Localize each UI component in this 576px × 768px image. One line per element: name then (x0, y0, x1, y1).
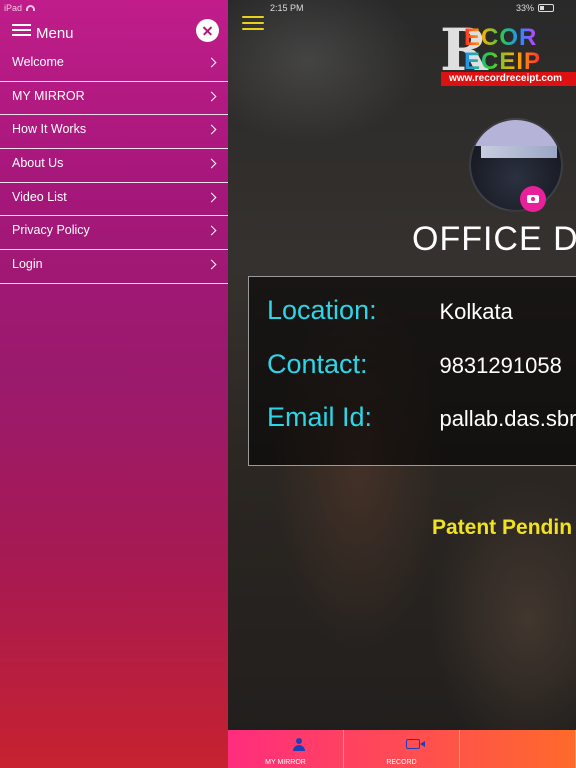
tab-record[interactable]: RECORD (344, 730, 460, 768)
patent-pending-text: Patent Pendin (432, 516, 573, 539)
email-label: Email Id: (267, 402, 373, 432)
menu-item-login[interactable]: Login (0, 250, 228, 284)
close-icon[interactable] (196, 19, 219, 42)
status-right: 33% (516, 3, 554, 13)
battery-percent: 33% (515, 3, 534, 13)
bottom-tab-bar: MY MIRROR RECORD (228, 730, 576, 768)
tab-label: MY MIRROR (265, 759, 306, 766)
menu-item-label: MY MIRROR (12, 88, 85, 103)
menu-item-label: Video List (12, 189, 67, 204)
menu-item-about-us[interactable]: About Us (0, 149, 228, 183)
menu-item-label: Privacy Policy (12, 223, 90, 238)
chevron-right-icon (206, 192, 217, 203)
menu-item-video-list[interactable]: Video List (0, 183, 228, 217)
menu-title: Menu (36, 25, 74, 42)
chevron-right-icon (206, 259, 217, 270)
main-menu-icon[interactable] (242, 16, 264, 32)
battery-icon (538, 4, 554, 12)
menu-item-label: Login (12, 257, 43, 272)
email-row: Email Id: pallab.das.sbr (267, 402, 576, 433)
status-bar: 2:15 PM 33% (228, 0, 576, 16)
contact-value: 9831291058 (439, 353, 562, 378)
email-value: pallab.das.sbr (439, 406, 576, 431)
status-time: 2:15 PM (270, 3, 304, 13)
company-name: OFFICE DA (412, 220, 576, 258)
profile-info-box: Location: Kolkata Contact: 9831291058 Em… (248, 276, 576, 466)
tab-my-mirror[interactable]: MY MIRROR (228, 730, 344, 768)
camera-icon[interactable] (520, 186, 546, 212)
menu-item-my-mirror[interactable]: MY MIRROR (0, 82, 228, 116)
menu-item-label: Welcome (12, 55, 64, 69)
menu-list: Welcome MY MIRROR How It Works About Us … (0, 48, 228, 284)
video-camera-icon (406, 739, 425, 749)
menu-item-label: How It Works (12, 122, 87, 137)
chevron-right-icon (206, 124, 217, 135)
chevron-right-icon (206, 158, 217, 169)
chevron-right-icon (206, 91, 217, 102)
location-value: Kolkata (439, 299, 513, 324)
contact-label: Contact: (267, 349, 368, 379)
tab-more[interactable] (460, 730, 576, 768)
menu-item-welcome[interactable]: Welcome (0, 48, 228, 82)
side-menu: iPad Menu Welcome MY MIRROR How It Works… (0, 0, 228, 768)
chevron-right-icon (206, 57, 217, 68)
contact-row: Contact: 9831291058 (267, 349, 562, 380)
app-logo: R ECOR ECEIP www.recordreceipt.com (440, 16, 576, 86)
location-label: Location: (267, 295, 377, 325)
tab-label: RECORD (386, 759, 417, 766)
menu-item-how-it-works[interactable]: How It Works (0, 115, 228, 150)
hamburger-icon[interactable] (12, 24, 31, 37)
chevron-right-icon (206, 225, 217, 236)
menu-item-label: About Us (12, 156, 64, 171)
menu-header: Menu (0, 0, 228, 48)
location-row: Location: Kolkata (267, 295, 513, 326)
profile-avatar[interactable] (469, 118, 563, 212)
menu-item-privacy-policy[interactable]: Privacy Policy (0, 216, 228, 251)
main-screen: 2:15 PM 33% R ECOR ECEIP www.recordrecei… (228, 0, 576, 768)
user-icon (292, 738, 306, 752)
logo-url: www.recordreceipt.com (441, 72, 576, 86)
